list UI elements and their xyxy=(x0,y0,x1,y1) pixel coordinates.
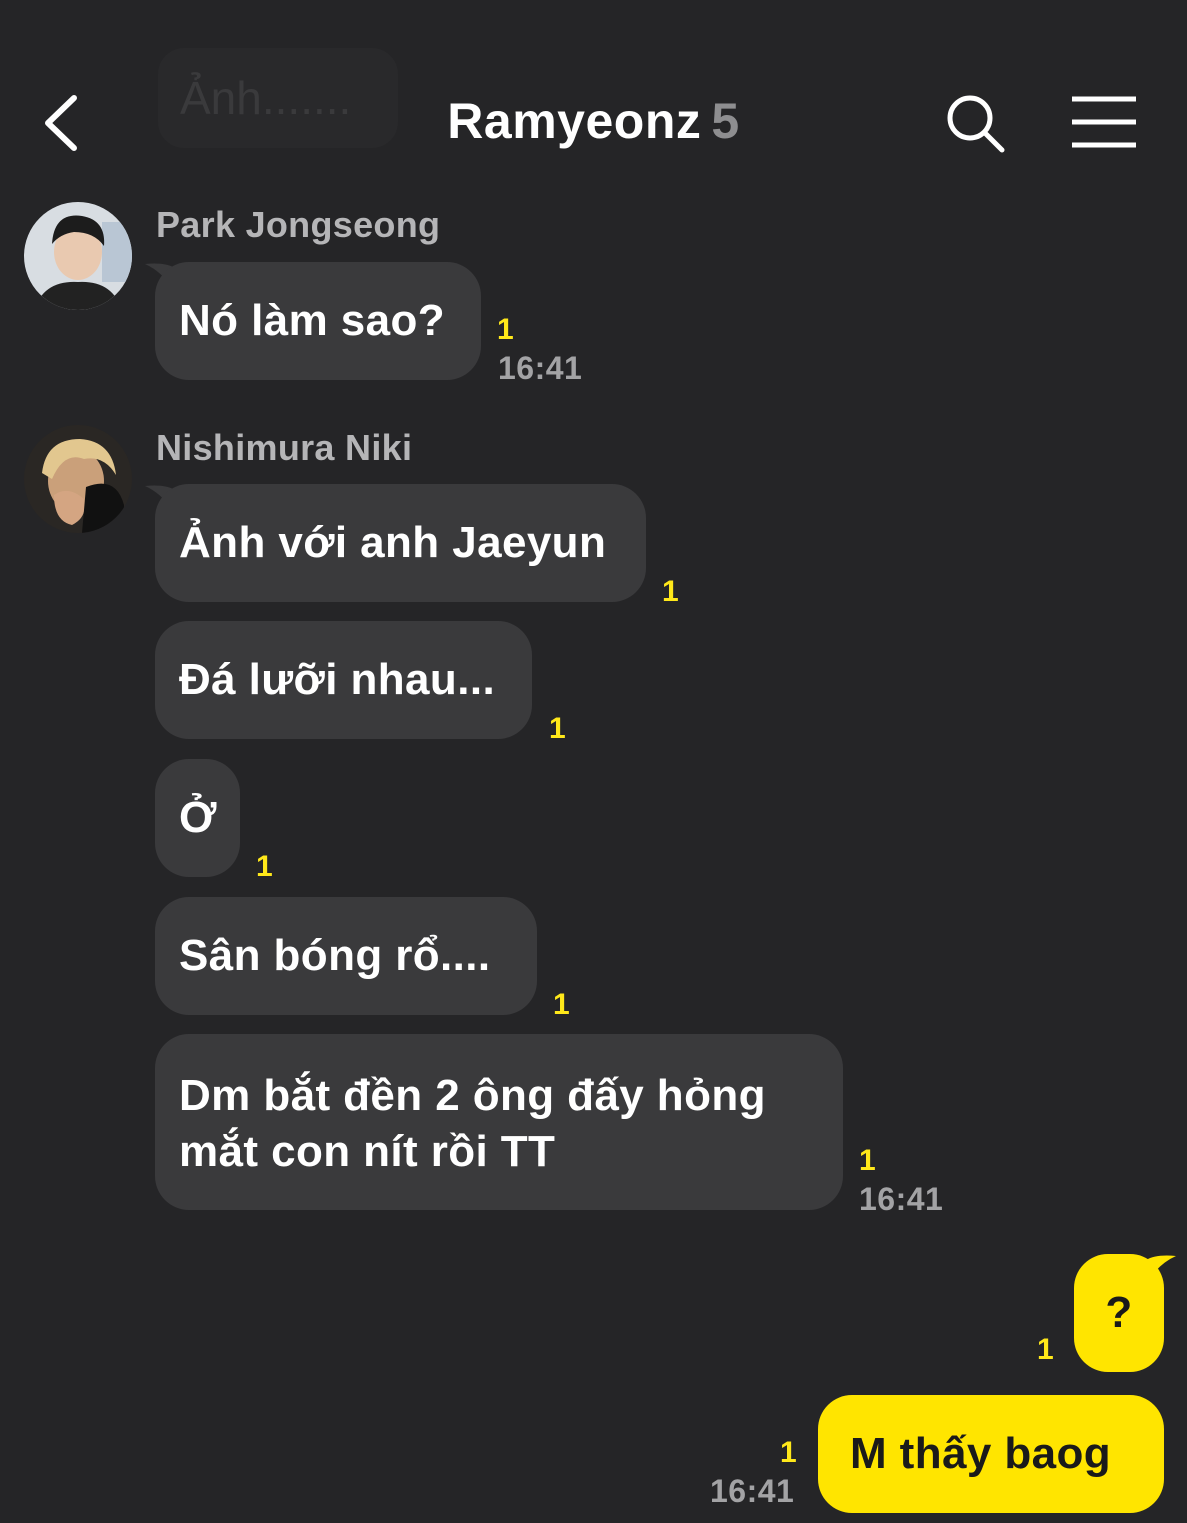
menu-button[interactable] xyxy=(1068,95,1140,149)
chat-room-name: Ramyeonz xyxy=(447,93,702,149)
unread-count: 1 xyxy=(497,313,514,346)
unread-count: 1 xyxy=(1037,1333,1054,1366)
unread-count: 1 xyxy=(780,1436,797,1469)
unread-count: 1 xyxy=(549,712,566,745)
avatar-nishimura-niki[interactable] xyxy=(24,425,132,533)
unread-count: 1 xyxy=(256,850,273,883)
message-bubble[interactable]: Nó làm sao? xyxy=(155,262,481,380)
member-count: 5 xyxy=(711,93,740,149)
sender-name: Nishimura Niki xyxy=(156,427,413,468)
hamburger-menu-icon xyxy=(1072,96,1136,148)
my-message-bubble[interactable]: ? xyxy=(1074,1254,1164,1372)
message-bubble[interactable]: Ảnh với anh Jaeyun xyxy=(155,484,646,602)
unread-count: 1 xyxy=(553,988,570,1021)
sender-name: Park Jongseong xyxy=(156,204,441,245)
message-bubble[interactable]: Đá lưỡi nhau... xyxy=(155,621,532,739)
chat-header: Ramyeonz 5 xyxy=(0,0,1187,190)
unread-count: 1 xyxy=(859,1144,876,1177)
message-bubble[interactable]: Sân bóng rổ.... xyxy=(155,897,537,1015)
avatar-park-jongseong[interactable] xyxy=(24,202,132,310)
my-message-bubble[interactable]: M thấy baog xyxy=(818,1395,1164,1513)
message-time: 16:41 xyxy=(498,350,583,386)
profile-photo-icon xyxy=(24,202,132,310)
chat-title: Ramyeonz 5 xyxy=(0,92,1187,150)
profile-photo-icon xyxy=(24,425,132,533)
search-icon xyxy=(947,95,1005,153)
message-bubble[interactable]: Ở xyxy=(155,759,240,877)
message-time: 16:41 xyxy=(710,1473,795,1509)
search-button[interactable] xyxy=(942,90,1008,156)
unread-count: 1 xyxy=(662,575,679,608)
message-bubble[interactable]: Dm bắt đền 2 ông đấy hỏng mắt con nít rồ… xyxy=(155,1034,843,1210)
message-time: 16:41 xyxy=(859,1181,944,1217)
